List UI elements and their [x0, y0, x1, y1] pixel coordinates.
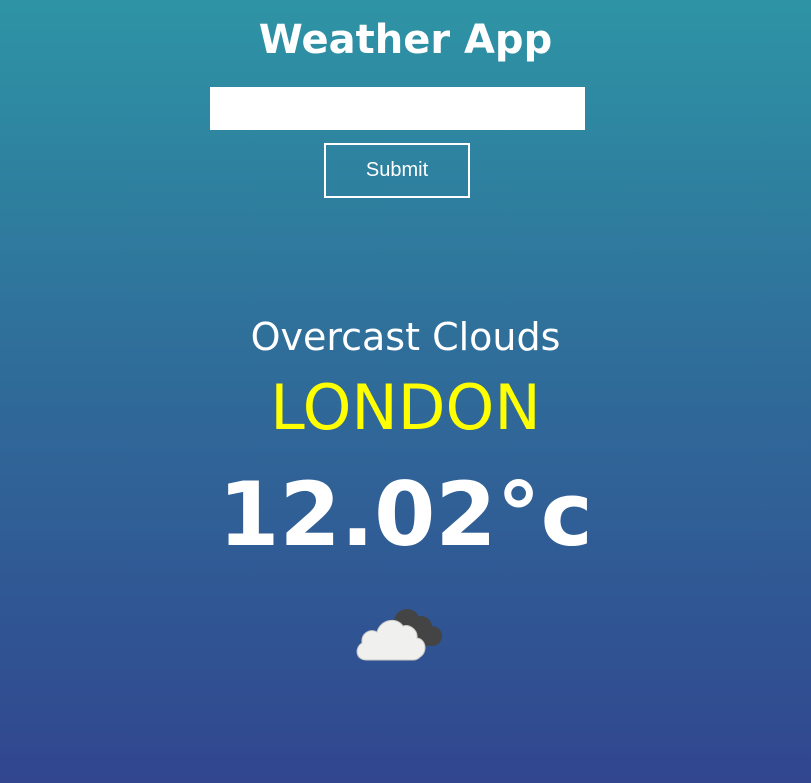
city-name: LONDON: [270, 371, 541, 444]
page-title: Weather App: [258, 17, 553, 63]
submit-button[interactable]: Submit: [324, 143, 470, 198]
overcast-clouds-icon: [356, 609, 442, 661]
city-search-input[interactable]: [210, 87, 585, 130]
temperature-readout: 12.02°c: [218, 463, 593, 566]
weather-app: Weather App Submit Overcast Clouds LONDO…: [0, 0, 811, 783]
weather-description: Overcast Clouds: [250, 315, 561, 359]
